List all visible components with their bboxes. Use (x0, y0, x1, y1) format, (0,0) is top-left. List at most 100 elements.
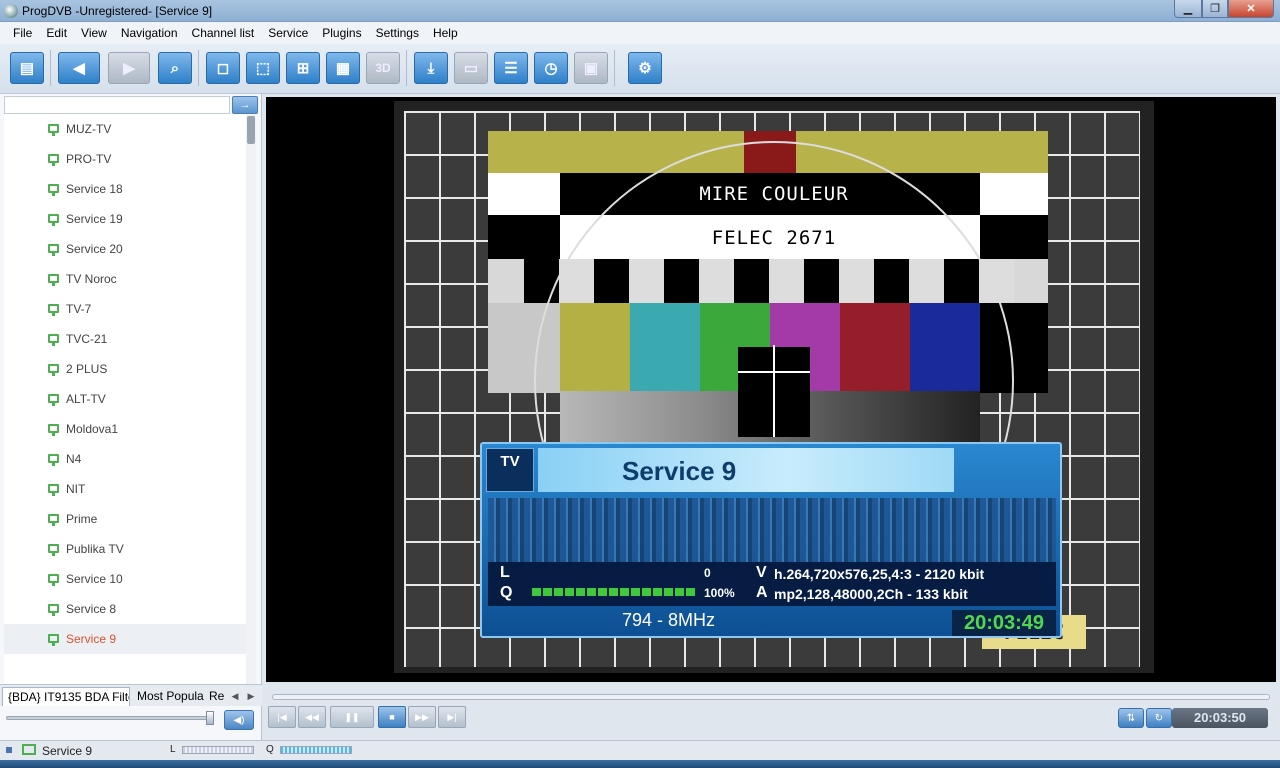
gear-icon[interactable]: ⚙ (628, 52, 662, 84)
teletext-icon[interactable]: ▭ (454, 52, 488, 84)
tab-recent[interactable]: Re (204, 687, 228, 706)
fullscreen-icon[interactable]: ⬚ (246, 52, 280, 84)
status-level-meter (182, 746, 254, 754)
volume-slider-thumb[interactable] (206, 711, 214, 725)
osd-audio-label: A (756, 584, 768, 601)
tab-most-popular[interactable]: Most Popular (132, 687, 204, 706)
list-item[interactable]: Prime (4, 504, 246, 534)
list-item[interactable]: NIT (4, 474, 246, 504)
menu-plugins[interactable]: Plugins (315, 26, 368, 40)
osd-level-label: L (500, 564, 510, 581)
list-item[interactable]: MUZ-TV (4, 114, 246, 144)
osd-audio-info: mp2,128,48000,2Ch - 133 kbit (774, 586, 968, 602)
channel-label: Service 10 (66, 572, 123, 586)
osd-quality-label: Q (500, 584, 513, 601)
test-card-block (488, 173, 560, 215)
status-quality-meter (280, 746, 352, 754)
stop-icon[interactable]: ■ (378, 706, 406, 728)
channel-label: NIT (66, 482, 86, 496)
minimize-button[interactable]: ▁ (1174, 0, 1202, 18)
menu-file[interactable]: File (6, 26, 39, 40)
list-item-selected[interactable]: Service 9 (4, 624, 246, 654)
list-item[interactable]: Service 18 (4, 174, 246, 204)
back-arrow-icon[interactable]: ◀ (58, 52, 100, 84)
window-mode-icon[interactable]: ◻ (206, 52, 240, 84)
menu-navigation[interactable]: Navigation (114, 26, 185, 40)
osd-picture-strip (488, 498, 1056, 564)
equalizer-icon[interactable]: ⇅ (1118, 708, 1144, 728)
tv-channel-icon (48, 514, 59, 526)
osd-video-info: h.264,720x576,25,4:3 - 2120 kbit (774, 566, 985, 582)
maximize-button[interactable]: ❐ (1202, 0, 1228, 18)
status-bar: Service 9 L Q (0, 740, 1280, 760)
rewind-icon[interactable]: ◀◀ (298, 706, 326, 728)
search-row: → (4, 96, 258, 114)
tv-channel-icon (48, 424, 59, 436)
channel-list-scrollbar[interactable] (246, 114, 256, 684)
channel-tabs: {BDA} IT9135 BDA Filter Most Popular Re … (0, 684, 262, 706)
seek-bar[interactable] (272, 694, 1270, 700)
mosaic-grid-icon[interactable]: ⊞ (286, 52, 320, 84)
channel-label: TVC-21 (66, 332, 108, 346)
record-download-icon[interactable]: ⤓ (414, 52, 448, 84)
list-item[interactable]: Service 10 (4, 564, 246, 594)
list-item[interactable]: Moldova1 (4, 414, 246, 444)
list-item[interactable]: 2 PLUS (4, 354, 246, 384)
skip-forward-icon[interactable]: ▶| (438, 706, 466, 728)
list-item[interactable]: Service 8 (4, 594, 246, 624)
channel-label: PRO-TV (66, 152, 112, 166)
test-card-line2: FELEC 2671 (711, 227, 837, 249)
epg-list-icon[interactable]: ☰ (494, 52, 528, 84)
status-indicator-icon (6, 747, 12, 753)
three-d-button[interactable]: 3D (366, 52, 400, 84)
close-button[interactable]: ✕ (1228, 0, 1274, 18)
toolbar: ▤ ◀ ▶ ⌕ ◻ ⬚ ⊞ ▦ 3D ⤓ ▭ ☰ ◷ ▣ ⚙ (0, 44, 1280, 94)
menu-edit[interactable]: Edit (39, 26, 74, 40)
list-item[interactable]: TV-7 (4, 294, 246, 324)
fast-forward-icon[interactable]: ▶▶ (408, 706, 436, 728)
osd-title-bar: Service 9 (538, 448, 954, 492)
tv-channel-icon (48, 244, 59, 256)
skip-back-icon[interactable]: |◀ (268, 706, 296, 728)
menu-view[interactable]: View (74, 26, 114, 40)
toolbar-separator (50, 50, 51, 86)
list-item[interactable]: Publika TV (4, 534, 246, 564)
list-item[interactable]: N4 (4, 444, 246, 474)
menu-channel-list[interactable]: Channel list (185, 26, 262, 40)
channel-label: N4 (66, 452, 82, 466)
channel-label: Service 19 (66, 212, 123, 226)
menu-service[interactable]: Service (261, 26, 315, 40)
refresh-icon[interactable]: ↻ (1146, 708, 1172, 728)
subtitle-icon[interactable]: ▣ (574, 52, 608, 84)
tab-scroll-left-icon[interactable]: ◀ (228, 689, 242, 703)
toolbar-separator (198, 50, 199, 86)
list-item[interactable]: TVC-21 (4, 324, 246, 354)
channel-label: ALT-TV (66, 392, 106, 406)
menu-help[interactable]: Help (426, 26, 465, 40)
tab-scroll-right-icon[interactable]: ▶ (244, 689, 258, 703)
tab-bda-filter[interactable]: {BDA} IT9135 BDA Filter (2, 687, 130, 706)
search-go-icon[interactable]: → (232, 96, 258, 114)
list-item[interactable]: Service 20 (4, 234, 246, 264)
volume-slider[interactable] (6, 716, 212, 720)
list-item[interactable]: ALT-TV (4, 384, 246, 414)
title-bar: ProgDVB -Unregistered- [Service 9] ▁ ❐ ✕ (0, 0, 1280, 22)
channel-label: TV-7 (66, 302, 92, 316)
list-item[interactable]: Service 19 (4, 204, 246, 234)
search-input[interactable] (4, 96, 230, 114)
scheduler-clock-icon[interactable]: ◷ (534, 52, 568, 84)
channel-list-toggle-icon[interactable]: ▤ (10, 52, 44, 84)
forward-arrow-icon[interactable]: ▶ (108, 52, 150, 84)
list-item[interactable]: TV Noroc (4, 264, 246, 294)
volume-row: ◀) (0, 706, 262, 740)
menu-settings[interactable]: Settings (369, 26, 426, 40)
osd-type-label: TV (500, 453, 520, 470)
pause-icon[interactable]: ❚❚ (330, 706, 374, 728)
tv-channel-icon (48, 124, 59, 136)
search-icon[interactable]: ⌕ (158, 52, 192, 84)
speaker-icon[interactable]: ◀) (224, 710, 254, 730)
list-item[interactable]: PRO-TV (4, 144, 246, 174)
osd-info-panel: L Q 0 100% V A h.264,720x576,25,4:3 - 21… (488, 562, 1056, 606)
scrollbar-thumb[interactable] (247, 116, 255, 144)
mosaic-grid-large-icon[interactable]: ▦ (326, 52, 360, 84)
